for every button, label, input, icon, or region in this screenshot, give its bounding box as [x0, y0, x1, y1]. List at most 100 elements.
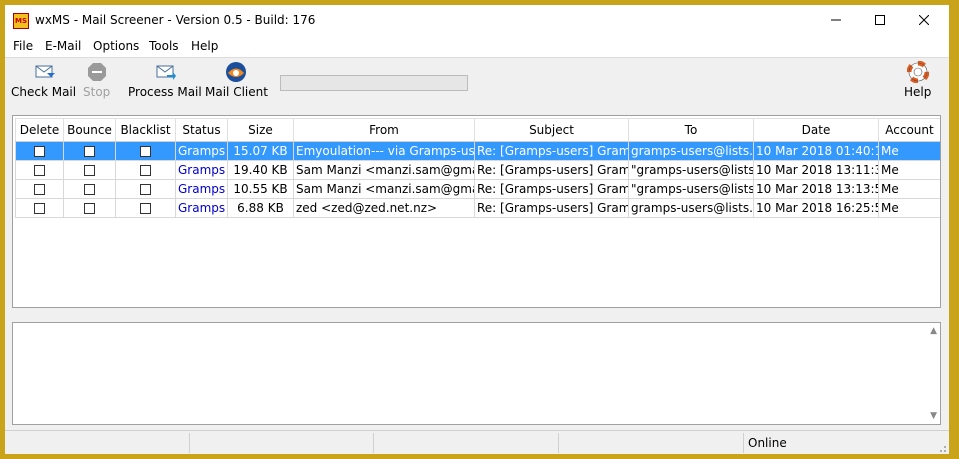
subject-cell: Re: [Gramps-users] Gramps u [474, 141, 629, 161]
connection-status: Online [748, 436, 787, 450]
column-header-blacklist[interactable]: Blacklist [115, 118, 176, 142]
column-header-subject[interactable]: Subject [474, 118, 629, 142]
process-mail-label: Process Mail [128, 85, 202, 99]
blacklist-cell [115, 198, 176, 218]
menu-help[interactable]: Help [191, 39, 218, 53]
check-mail-label: Check Mail [11, 85, 77, 99]
message-table: Delete Bounce Blacklist Status Size From… [15, 118, 940, 218]
delete-checkbox[interactable] [34, 203, 45, 214]
status-bar: Online [5, 430, 949, 454]
column-header-account[interactable]: Account [878, 118, 940, 142]
account-cell: Me [878, 160, 940, 180]
maximize-icon [875, 15, 885, 25]
account-cell: Me [878, 141, 940, 161]
delete-cell [15, 179, 64, 199]
table-row[interactable]: Gramps 6.88 KB zed <zed@zed.net.nz> Re: … [15, 198, 940, 218]
bounce-cell [63, 160, 116, 180]
scroll-down-arrow-icon[interactable]: ▼ [930, 411, 937, 421]
to-cell: "gramps-users@lists.sc [628, 160, 754, 180]
mail-client-label: Mail Client [205, 85, 268, 99]
mail-client-button[interactable]: Mail Client [205, 61, 268, 99]
status-cell: Gramps [175, 141, 228, 161]
process-mail-icon [156, 65, 176, 80]
date-cell: 10 Mar 2018 13:11:38 [753, 160, 879, 180]
to-cell: "gramps-users@lists.sc [628, 179, 754, 199]
blacklist-checkbox[interactable] [140, 203, 151, 214]
title-bar: MS wxMS - Mail Screener - Version 0.5 - … [5, 5, 949, 36]
check-mail-icon [35, 65, 55, 78]
subject-cell: Re: [Gramps-users] Gramps u [474, 198, 629, 218]
stop-icon [87, 63, 106, 81]
column-header-date[interactable]: Date [753, 118, 879, 142]
stop-button[interactable]: Stop [83, 61, 110, 99]
stop-label: Stop [83, 85, 111, 99]
lifebuoy-icon [906, 61, 929, 83]
subject-cell: Re: [Gramps-users] Gramps u [474, 160, 629, 180]
table-row[interactable]: Gramps 19.40 KB Sam Manzi <manzi.sam@gma… [15, 160, 940, 180]
maximize-button[interactable] [857, 5, 903, 36]
minimize-button[interactable] [813, 5, 859, 36]
blacklist-cell [115, 179, 176, 199]
delete-checkbox[interactable] [34, 146, 45, 157]
status-field-1 [5, 433, 190, 453]
from-cell: Sam Manzi <manzi.sam@gmail.c [293, 179, 475, 199]
minimize-icon [831, 19, 841, 21]
from-cell: Sam Manzi <manzi.sam@gmail.c [293, 160, 475, 180]
column-header-size[interactable]: Size [227, 118, 294, 142]
column-header-delete[interactable]: Delete [15, 118, 64, 142]
message-list[interactable]: Delete Bounce Blacklist Status Size From… [12, 115, 941, 308]
status-cell: Gramps [175, 179, 228, 199]
account-cell: Me [878, 179, 940, 199]
column-header-to[interactable]: To [628, 118, 754, 142]
menu-tools[interactable]: Tools [149, 39, 179, 53]
scroll-up-arrow-icon[interactable]: ▲ [930, 326, 937, 336]
column-header-status[interactable]: Status [175, 118, 228, 142]
help-button[interactable]: Help [904, 61, 931, 99]
menu-email[interactable]: E-Mail [45, 39, 81, 53]
size-cell: 6.88 KB [227, 198, 294, 218]
close-button[interactable] [901, 5, 947, 36]
bounce-cell [63, 141, 116, 161]
progress-bar [280, 75, 468, 91]
column-header-bounce[interactable]: Bounce [63, 118, 116, 142]
header-row: Delete Bounce Blacklist Status Size From… [15, 118, 940, 142]
window-title: wxMS - Mail Screener - Version 0.5 - Bui… [35, 13, 316, 27]
menu-options[interactable]: Options [93, 39, 139, 53]
delete-cell [15, 198, 64, 218]
bounce-checkbox[interactable] [84, 203, 95, 214]
process-mail-button[interactable]: Process Mail [128, 61, 202, 99]
size-cell: 19.40 KB [227, 160, 294, 180]
help-label: Help [904, 85, 932, 99]
bounce-cell [63, 179, 116, 199]
column-header-from[interactable]: From [293, 118, 475, 142]
check-mail-button[interactable]: Check Mail [11, 61, 76, 99]
subject-cell: Re: [Gramps-users] Gramps u [474, 179, 629, 199]
bounce-checkbox[interactable] [84, 184, 95, 195]
delete-checkbox[interactable] [34, 165, 45, 176]
blacklist-cell [115, 141, 176, 161]
status-field-2 [190, 433, 374, 453]
table-row[interactable]: Gramps 15.07 KB Emyoulation--- via Gramp… [15, 141, 940, 161]
blacklist-checkbox[interactable] [140, 184, 151, 195]
table-row[interactable]: Gramps 10.55 KB Sam Manzi <manzi.sam@gma… [15, 179, 940, 199]
size-cell: 10.55 KB [227, 179, 294, 199]
from-cell: Emyoulation--- via Gramps-users [293, 141, 475, 161]
status-field-3 [374, 433, 559, 453]
resize-grip-icon[interactable] [937, 443, 947, 453]
date-cell: 10 Mar 2018 16:25:58 [753, 198, 879, 218]
menu-file[interactable]: File [13, 39, 33, 53]
blacklist-checkbox[interactable] [140, 146, 151, 157]
blacklist-checkbox[interactable] [140, 165, 151, 176]
bounce-cell [63, 198, 116, 218]
delete-cell [15, 141, 64, 161]
bounce-checkbox[interactable] [84, 146, 95, 157]
size-cell: 15.07 KB [227, 141, 294, 161]
app-icon: MS [13, 13, 29, 29]
status-cell: Gramps [175, 198, 228, 218]
delete-checkbox[interactable] [34, 184, 45, 195]
to-cell: gramps-users@lists.sou [628, 141, 754, 161]
message-preview[interactable]: ▲ ▼ [12, 322, 941, 425]
date-cell: 10 Mar 2018 13:13:51 [753, 179, 879, 199]
bounce-checkbox[interactable] [84, 165, 95, 176]
blacklist-cell [115, 160, 176, 180]
